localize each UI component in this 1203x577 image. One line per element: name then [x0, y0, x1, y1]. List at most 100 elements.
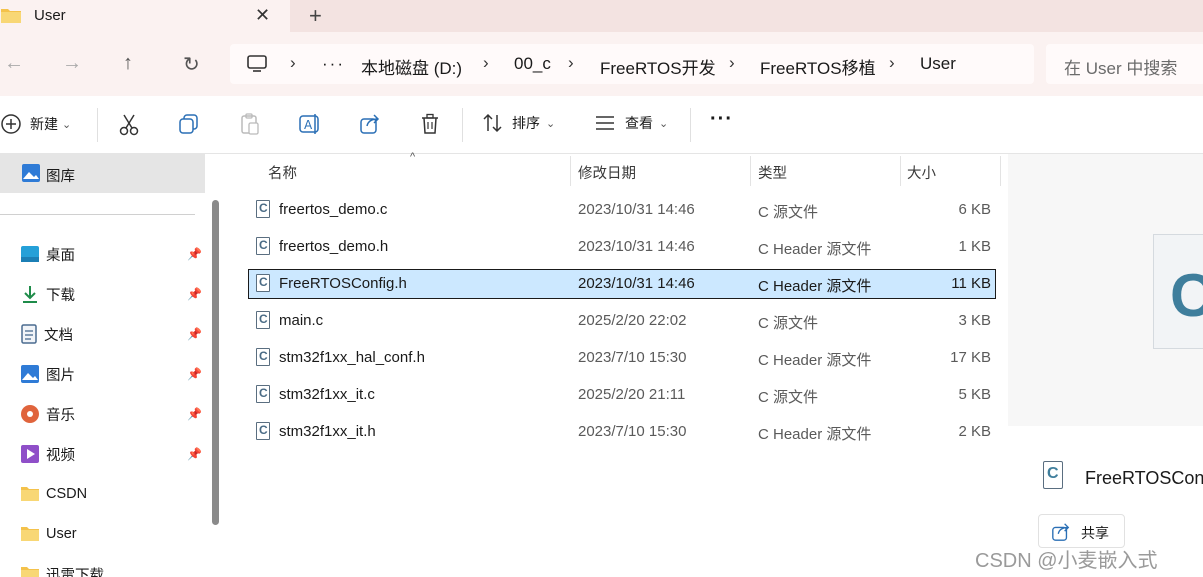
- file-modified: 2025/2/20 22:02: [578, 312, 687, 329]
- file-name: stm32f1xx_it.c: [279, 386, 375, 403]
- column-divider[interactable]: [1000, 156, 1001, 186]
- c-file-icon: C: [256, 422, 270, 440]
- sidebar-item-label: User: [46, 526, 77, 542]
- up-icon[interactable]: ↑: [123, 52, 133, 75]
- breadcrumb-ellipsis[interactable]: ···: [322, 54, 345, 74]
- breadcrumb-freertos-port[interactable]: FreeRTOS移植: [760, 54, 876, 79]
- file-type: C Header 源文件: [758, 352, 872, 369]
- share-icon: [1052, 523, 1070, 541]
- view-button[interactable]: 查看 ⌄: [594, 113, 668, 133]
- breadcrumb-user[interactable]: User: [920, 54, 956, 74]
- divider: [0, 214, 195, 215]
- tab-user[interactable]: User ✕: [0, 0, 290, 32]
- pin-icon[interactable]: 📌: [187, 447, 202, 461]
- column-divider[interactable]: [750, 156, 751, 186]
- c-file-icon: C: [256, 200, 270, 218]
- file-type: C Header 源文件: [758, 278, 872, 295]
- sidebar-item-user[interactable]: User: [20, 522, 77, 546]
- cut-icon[interactable]: [118, 113, 140, 137]
- column-header-name[interactable]: 名称: [268, 162, 297, 196]
- pin-icon[interactable]: 📌: [187, 367, 202, 381]
- file-size: 17 KB: [950, 349, 991, 366]
- pin-icon[interactable]: 📌: [187, 287, 202, 301]
- new-tab-icon[interactable]: +: [309, 3, 322, 29]
- paste-icon[interactable]: [239, 113, 261, 135]
- file-row[interactable]: C stm32f1xx_it.h 2023/7/10 15:30 C Heade…: [248, 417, 996, 447]
- share-button[interactable]: 共享: [1038, 514, 1125, 548]
- file-row-selected[interactable]: C FreeRTOSConfig.h 2023/10/31 14:46 C He…: [248, 269, 996, 299]
- pictures-icon: [21, 365, 39, 383]
- pin-icon[interactable]: 📌: [187, 407, 202, 421]
- video-icon: [21, 445, 39, 463]
- c-file-icon: C: [256, 311, 270, 329]
- file-row[interactable]: C stm32f1xx_hal_conf.h 2023/7/10 15:30 C…: [248, 343, 996, 373]
- breadcrumb-drive[interactable]: 本地磁盘 (D:): [361, 54, 462, 79]
- sort-icon: [483, 113, 502, 133]
- sidebar-item-label: 桌面: [46, 247, 75, 264]
- file-type: C Header 源文件: [758, 426, 872, 443]
- chevron-down-icon: ⌄: [62, 118, 72, 131]
- file-row[interactable]: C freertos_demo.h 2023/10/31 14:46 C Hea…: [248, 232, 996, 262]
- pin-icon[interactable]: 📌: [187, 327, 202, 341]
- sidebar-item-gallery[interactable]: 图库: [0, 154, 205, 193]
- file-modified: 2023/7/10 15:30: [578, 423, 687, 440]
- file-type: C Header 源文件: [758, 241, 872, 258]
- sidebar-item-downloads[interactable]: 下载: [20, 282, 75, 306]
- file-type: C 源文件: [758, 204, 819, 221]
- sidebar-item-pictures[interactable]: 图片: [20, 362, 75, 386]
- forward-icon[interactable]: →: [62, 52, 82, 75]
- folder-icon: [1, 9, 21, 23]
- sidebar-item-label: 图片: [46, 367, 75, 384]
- chevron-down-icon: ⌄: [546, 117, 556, 130]
- breadcrumb-00c[interactable]: 00_c: [514, 54, 551, 74]
- file-row[interactable]: C main.c 2025/2/20 22:02 C 源文件 3 KB: [248, 306, 996, 336]
- copy-icon[interactable]: [178, 113, 200, 135]
- sidebar-item-desktop[interactable]: 桌面: [20, 242, 75, 266]
- breadcrumb-separator[interactable]: ›: [729, 53, 735, 73]
- delete-icon[interactable]: [419, 113, 441, 135]
- watermark: CSDN @小麦嵌入式: [975, 550, 1158, 572]
- sidebar-item-label: 音乐: [46, 407, 75, 424]
- divider: [97, 108, 98, 142]
- breadcrumb-separator[interactable]: ›: [568, 53, 574, 73]
- file-row[interactable]: C freertos_demo.c 2023/10/31 14:46 C 源文件…: [248, 195, 996, 225]
- file-modified: 2023/7/10 15:30: [578, 349, 687, 366]
- column-divider[interactable]: [570, 156, 571, 186]
- file-row[interactable]: C stm32f1xx_it.c 2025/2/20 21:11 C 源文件 5…: [248, 380, 996, 410]
- sidebar-item-documents[interactable]: 文档: [20, 322, 73, 346]
- more-options-icon[interactable]: ···: [710, 108, 733, 131]
- sidebar-item-videos[interactable]: 视频: [20, 442, 75, 466]
- breadcrumb-separator[interactable]: ›: [290, 53, 296, 73]
- breadcrumb-separator[interactable]: ›: [483, 53, 489, 73]
- file-name: freertos_demo.h: [279, 238, 389, 255]
- navigation-pane: 图库 桌面 📌 下载 📌 文档 📌 图片 📌 音乐 📌 视频 📌 CSDN Us…: [0, 154, 224, 577]
- column-divider[interactable]: [900, 156, 901, 186]
- rename-icon[interactable]: A: [298, 113, 322, 135]
- sidebar-item-music[interactable]: 音乐: [20, 402, 75, 426]
- sidebar-item-label: CSDN: [46, 486, 88, 502]
- file-size: 6 KB: [958, 201, 991, 218]
- back-icon[interactable]: ←: [4, 52, 24, 75]
- view-label: 查看: [625, 115, 653, 131]
- sort-label: 排序: [512, 115, 540, 131]
- pin-icon[interactable]: 📌: [187, 247, 202, 261]
- sidebar-item-xunlei[interactable]: 迅雷下载: [20, 562, 104, 577]
- breadcrumb-freertos-dev[interactable]: FreeRTOS开发: [600, 54, 716, 79]
- close-tab-icon[interactable]: ✕: [255, 5, 270, 26]
- new-button[interactable]: 新建 ⌄: [0, 113, 71, 135]
- computer-icon[interactable]: [247, 55, 267, 73]
- new-label: 新建: [30, 116, 58, 132]
- share-icon[interactable]: [359, 113, 381, 135]
- refresh-icon[interactable]: ↻: [183, 52, 200, 77]
- sidebar-item-csdn[interactable]: CSDN: [20, 482, 87, 506]
- search-box[interactable]: 在 User 中搜索: [1046, 44, 1203, 84]
- sidebar-item-label: 下载: [46, 287, 75, 304]
- sort-button[interactable]: 排序 ⌄: [482, 113, 555, 133]
- file-name: freertos_demo.c: [279, 201, 388, 218]
- sidebar-scrollbar[interactable]: [212, 200, 219, 525]
- breadcrumb-separator[interactable]: ›: [889, 53, 895, 73]
- column-header-modified[interactable]: 修改日期: [578, 162, 636, 196]
- column-header-size[interactable]: 大小: [907, 162, 936, 196]
- column-header-type[interactable]: 类型: [758, 162, 787, 196]
- address-bar[interactable]: › ··· 本地磁盘 (D:) › 00_c › FreeRTOS开发 › Fr…: [230, 44, 1034, 84]
